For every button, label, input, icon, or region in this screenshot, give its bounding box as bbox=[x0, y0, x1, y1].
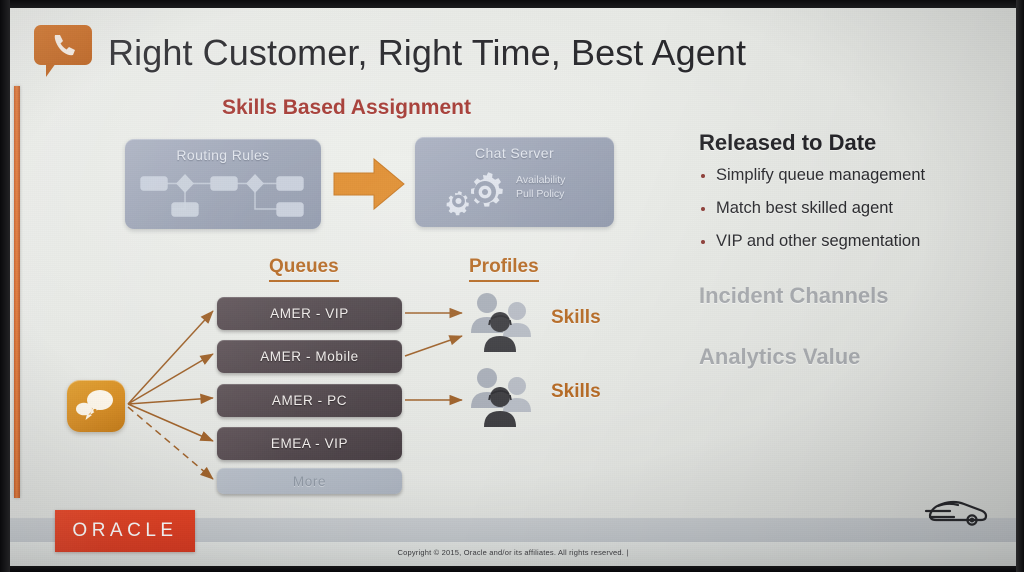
routing-rules-label: Routing Rules bbox=[176, 147, 270, 163]
queue-pill-more[interactable]: More bbox=[217, 468, 402, 494]
photo-border-right bbox=[1016, 0, 1024, 572]
list-item: VIP and other segmentation bbox=[699, 232, 999, 251]
gears-icon bbox=[446, 172, 503, 216]
skills-label-1: Skills bbox=[551, 381, 601, 402]
chat-server-subline-1: Availability bbox=[516, 174, 566, 186]
list-item: Match best skilled agent bbox=[699, 199, 999, 218]
chat-server-box: Chat Server Availability Pull Policy bbox=[415, 137, 614, 227]
flowchart-icon bbox=[140, 173, 304, 217]
routing-rules-box: Routing Rules bbox=[125, 139, 321, 229]
list-item: Simplify queue management bbox=[699, 166, 999, 185]
chat-server-subline-2: Pull Policy bbox=[516, 188, 565, 200]
released-to-date-list: Simplify queue management Match best ski… bbox=[699, 166, 999, 265]
agent-group-icon bbox=[471, 293, 531, 352]
photo-border-left bbox=[0, 0, 10, 572]
chat-server-sublines: Availability Pull Policy bbox=[516, 173, 565, 201]
profiles-column-header: Profiles bbox=[469, 256, 539, 282]
queue-pill-3[interactable]: EMEA - VIP bbox=[217, 427, 402, 460]
slide-photograph: Right Customer, Right Time, Best Agent S… bbox=[0, 0, 1024, 572]
photo-border-bottom bbox=[0, 566, 1024, 572]
flow-arrow-icon bbox=[332, 156, 406, 212]
queue-pill-2[interactable]: AMER - PC bbox=[217, 384, 402, 417]
slide-accent-strip bbox=[14, 86, 20, 498]
phone-chat-bubble-icon bbox=[34, 25, 92, 77]
queue-label: AMER - Mobile bbox=[260, 349, 359, 364]
car-icon bbox=[924, 494, 990, 528]
agent-group-icon bbox=[471, 368, 531, 427]
incident-channels-heading: Incident Channels bbox=[699, 283, 889, 308]
oracle-wordmark: ORACLE bbox=[72, 520, 178, 541]
section-heading: Skills Based Assignment bbox=[222, 96, 471, 119]
copyright-text: Copyright © 2015, Oracle and/or its affi… bbox=[397, 548, 629, 557]
queues-column-header: Queues bbox=[269, 256, 339, 282]
queue-label: AMER - VIP bbox=[270, 306, 349, 321]
queue-label: More bbox=[292, 473, 327, 489]
chat-bubbles-icon bbox=[67, 380, 125, 432]
queue-pill-0[interactable]: AMER - VIP bbox=[217, 297, 402, 330]
chat-server-label: Chat Server bbox=[474, 145, 555, 161]
analytics-value-heading: Analytics Value bbox=[699, 344, 861, 369]
oracle-logo: ORACLE bbox=[55, 510, 195, 552]
queue-pill-1[interactable]: AMER - Mobile bbox=[217, 340, 402, 373]
queue-label: AMER - PC bbox=[271, 393, 348, 408]
released-to-date-heading: Released to Date bbox=[699, 130, 877, 155]
presentation-slide: Right Customer, Right Time, Best Agent S… bbox=[10, 8, 1016, 566]
queue-label: EMEA - VIP bbox=[270, 436, 349, 451]
skills-label-0: Skills bbox=[551, 307, 601, 328]
page-title: Right Customer, Right Time, Best Agent bbox=[108, 32, 747, 73]
